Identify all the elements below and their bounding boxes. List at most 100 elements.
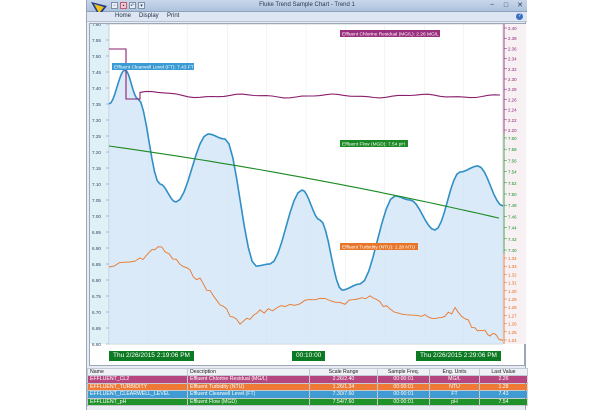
right-axis-tick-label: 1.33 — [508, 264, 517, 269]
title-bar: ▫ ▪ ↶ ▾ Fluke Trend Sample Chart - Trend… — [87, 0, 527, 16]
cell-eng-units: pH — [429, 397, 480, 407]
tab-print[interactable]: Print — [167, 13, 179, 19]
col-header-eng-units[interactable]: Eng. Units — [429, 368, 480, 376]
col-header-sample-freq[interactable]: Sample Freq. — [377, 368, 430, 376]
cell-name: EFFLUENT_TURBIDITY — [87, 382, 188, 392]
left-axis-tick-label: 7.15 — [92, 166, 101, 171]
tab-display[interactable]: Display — [139, 13, 159, 19]
cell-sample-freq: 00:00:01 — [377, 397, 430, 407]
left-axis-tick-label: 7.55 — [92, 38, 101, 43]
table-row[interactable]: EFFLUENT_CL2 Effluent Chlorine Residual (… — [87, 375, 528, 384]
right-axis-tick-label: 2.36 — [508, 46, 517, 51]
right-axis-tick-label: 7.42 — [508, 237, 517, 242]
svg-text:Effluent Turbidity (NTU): 1.28: Effluent Turbidity (NTU): 1.28 NTU — [342, 245, 416, 251]
right-axis-tick-label: 7.56 — [508, 158, 517, 163]
right-axis-tick-label: 2.32 — [508, 67, 517, 72]
left-axis-tick-label: 6.90 — [92, 246, 101, 251]
cell-description: Effluent Clearwell Level (FT) — [187, 390, 310, 399]
right-axis-tick-label: 1.24 — [508, 338, 517, 343]
right-axis-tick-label: 2.30 — [508, 77, 517, 82]
cell-last-value: 7.43 — [479, 390, 528, 399]
left-axis-tick-label: 6.95 — [92, 230, 101, 235]
left-axis-tick-label: 7.50 — [92, 54, 101, 59]
cell-scale-range: 7.54/7.60 — [309, 397, 378, 407]
tab-home[interactable]: Home — [115, 13, 131, 19]
trend-chart-panel[interactable]: 7.60 7.55 7.50 7.45 7.40 7.35 7.30 7.25 7.20 7.15… — [89, 22, 526, 367]
right-axis-tick-label: 1.25 — [508, 330, 517, 335]
right-axis-tick-label: 2.24 — [508, 108, 517, 113]
time-end-box[interactable]: Thu 2/26/2015 2:29:06 PM — [416, 351, 501, 361]
left-axis-tick-label: 7.30 — [92, 118, 101, 123]
right-axis-tick-label: 1.31 — [508, 281, 517, 286]
turbidity-label: Effluent Turbidity (NTU): 1.28 NTU — [340, 243, 418, 251]
left-axis-tick-label: 6.65 — [92, 326, 101, 331]
cell-eng-units: MG/L — [429, 375, 480, 384]
table-row[interactable]: EFFLUENT_CLEARWELL_LEVEL Effluent Clearwe… — [87, 390, 528, 399]
time-start-box[interactable]: Thu 2/26/2015 2:19:06 PM — [109, 351, 194, 361]
trend-app-window: ▫ ▪ ↶ ▾ Fluke Trend Sample Chart - Trend… — [86, 0, 528, 410]
table-header-row: Name Description Scale Range Sample Freq… — [87, 368, 528, 376]
left-axis-tick-label: 7.10 — [92, 182, 101, 187]
help-icon[interactable]: ? — [516, 13, 523, 20]
cell-sample-freq: 00:00:01 — [377, 390, 430, 399]
left-axis-tick-label: 7.00 — [92, 214, 101, 219]
right-axis-tick-label: 7.40 — [508, 248, 517, 253]
cell-description: Effluent Turbidity (NTU) — [187, 382, 310, 392]
right-axis-tick-label: 7.44 — [508, 226, 517, 231]
right-axis-tick-label: 7.54 — [508, 170, 517, 175]
right-axis-tick-label: 2.26 — [508, 97, 517, 102]
cell-last-value: 1.28 — [479, 382, 528, 392]
col-header-name[interactable]: Name — [87, 368, 188, 376]
cell-sample-freq: 00:00:01 — [377, 375, 430, 384]
right-axis-tick-label: 7.50 — [508, 192, 517, 197]
pen-legend-table: Name Description Scale Range Sample Freq… — [87, 368, 528, 407]
svg-text:Effluent Clearwell Level (FT):: Effluent Clearwell Level (FT): 7.43 FT — [114, 65, 194, 71]
trend-chart[interactable]: 7.60 7.55 7.50 7.45 7.40 7.35 7.30 7.25 7.20 7.15… — [90, 22, 526, 367]
maximize-button[interactable]: □ — [502, 2, 510, 10]
right-axis-tick-label: 2.28 — [508, 87, 517, 92]
table-row[interactable]: EFFLUENT_TURBIDITY Effluent Turbidity (NT… — [87, 382, 528, 392]
minimize-button[interactable]: − — [488, 2, 496, 10]
cell-last-value: 2.26 — [479, 375, 528, 384]
cell-eng-units: NTU — [429, 382, 480, 392]
table-row[interactable]: EFFLUENT_pH Effluent Flow (MGD) 7.54/7.60 0… — [87, 397, 528, 407]
right-axis-tick-label: 1.27 — [508, 313, 517, 318]
right-axis-tick-label: 2.38 — [508, 36, 517, 41]
right-axis-tick-label: 2.34 — [508, 57, 517, 62]
right-axis-tick-label: 7.60 — [508, 136, 517, 141]
cell-scale-range: 2.26/2.40 — [309, 375, 378, 384]
cell-description: Effluent Flow (MGD) — [187, 397, 310, 407]
left-axis-tick-label: 7.25 — [92, 134, 101, 139]
right-axis-tick-label: 1.26 — [508, 322, 517, 327]
right-axis-tick-label: 2.20 — [508, 128, 517, 133]
col-header-last-value[interactable]: Last Value — [479, 368, 528, 376]
left-axis-tick-label: 6.60 — [92, 342, 101, 347]
left-axis-tick-label: 7.40 — [92, 86, 101, 91]
left-axis-tick-label: 6.80 — [92, 278, 101, 283]
cell-scale-range: 1.26/1.34 — [309, 382, 378, 392]
right-axis-tick-label: 7.58 — [508, 147, 517, 152]
close-button[interactable]: ✕ — [516, 2, 524, 10]
left-axis-tick-label: 6.85 — [92, 262, 101, 267]
time-span-box[interactable]: 00:10:00 — [292, 351, 326, 361]
left-axis-tick-label: 7.35 — [92, 102, 101, 107]
cell-name: EFFLUENT_CLEARWELL_LEVEL — [87, 390, 188, 399]
cell-name: EFFLUENT_CL2 — [87, 375, 188, 384]
left-axis-tick-label: 6.70 — [92, 310, 101, 315]
right-axis-tick-label: 1.28 — [508, 305, 517, 310]
right-axis-tick-label: 1.29 — [508, 297, 517, 302]
cell-last-value: 7.54 — [479, 397, 528, 407]
col-header-description[interactable]: Description — [187, 368, 310, 376]
cell-sample-freq: 00:00:01 — [377, 382, 430, 392]
col-header-scale-range[interactable]: Scale Range — [309, 368, 378, 376]
flow-label: Effluent Flow (MGD): 7.54 pH — [340, 140, 408, 148]
right-axis-tick-label: 1.32 — [508, 272, 517, 277]
right-axis-tick-label: 1.34 — [508, 256, 517, 261]
cell-scale-range: 7.30/7.60 — [309, 390, 378, 399]
left-axis-tick-label: 7.60 — [92, 24, 101, 27]
chlorine-label: Effluent Chlorine Residual (MG/L): 2.26 … — [340, 30, 440, 38]
left-axis-tick-label: 7.05 — [92, 198, 101, 203]
window-title: Fluke Trend Sample Chart - Trend 1 — [259, 2, 355, 8]
left-axis-tick-label: 7.20 — [92, 150, 101, 155]
right-axis-tick-label: 2.22 — [508, 118, 517, 123]
